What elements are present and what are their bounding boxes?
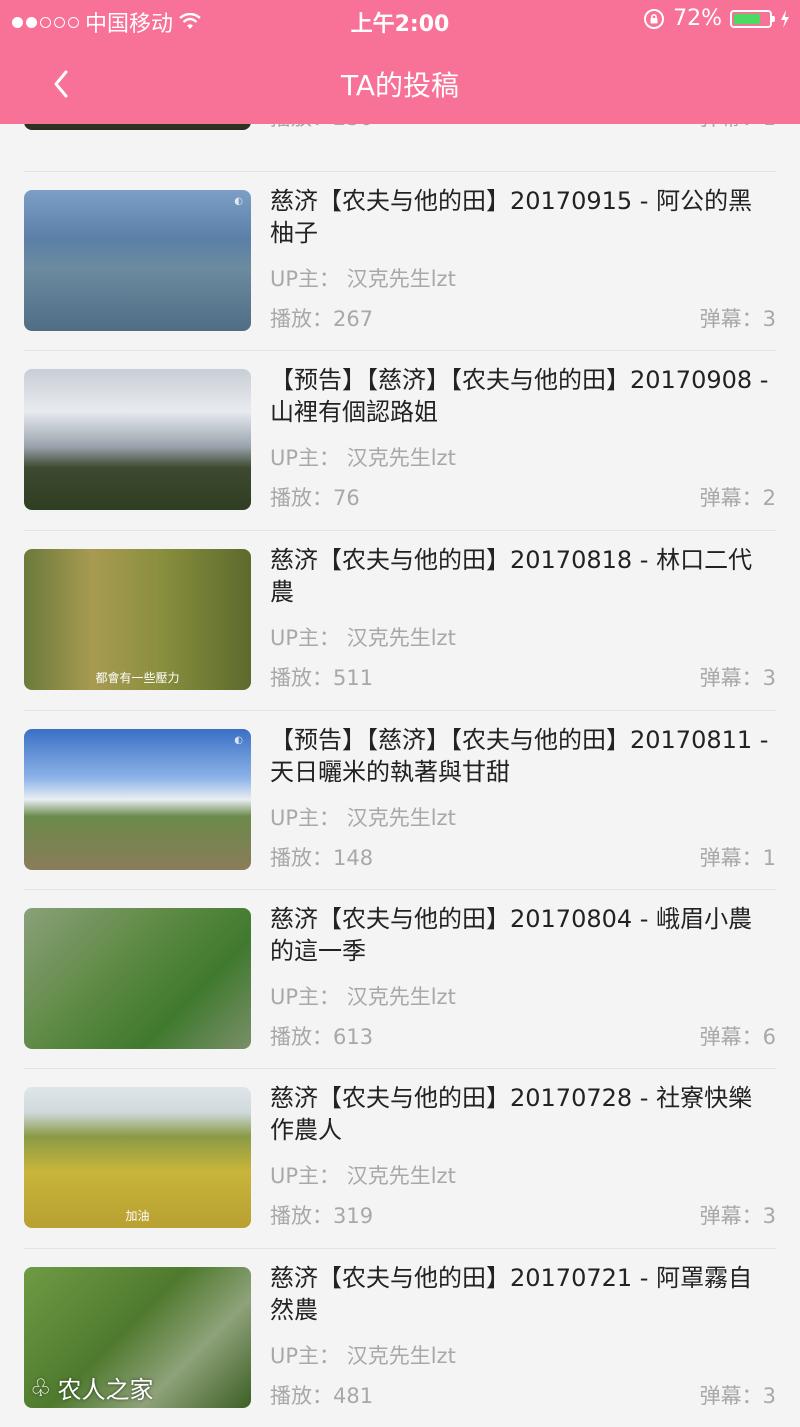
channel-logo-icon: ◐ xyxy=(234,735,243,746)
rotation-lock-icon xyxy=(644,8,665,29)
watermark-text: 农人之家 xyxy=(57,1376,154,1404)
divider xyxy=(24,530,776,531)
danmu-count: 弹幕：3 xyxy=(699,666,776,690)
danmu-count: 弹幕：3 xyxy=(699,1384,776,1408)
divider xyxy=(24,1068,776,1069)
uploader: UP主： 汉克先生lzt xyxy=(270,267,456,291)
uploader: UP主： 汉克先生lzt xyxy=(270,806,456,830)
uploader: UP主： 汉克先生lzt xyxy=(270,1164,456,1188)
charging-bolt-icon xyxy=(781,9,789,28)
video-thumbnail[interactable]: ◐ xyxy=(24,190,251,331)
divider xyxy=(24,1248,776,1249)
video-thumbnail[interactable] xyxy=(24,908,251,1049)
video-caption: 加油 xyxy=(125,1209,150,1223)
divider xyxy=(24,171,776,172)
list-item[interactable]: 都會有一些壓力 慈济【农夫与他的田】20170818 - 林口二代農 UP主： … xyxy=(0,530,800,709)
top-bar: 中国移动 上午2:00 72% TA的投稿 xyxy=(0,0,800,124)
play-count: 播放：267 xyxy=(270,307,374,331)
watermark-logo-icon: ♧ xyxy=(30,1373,52,1402)
play-count: 播放：148 xyxy=(270,846,374,870)
video-thumbnail[interactable]: 都會有一些壓力 xyxy=(24,549,251,690)
video-thumbnail[interactable]: 加油 xyxy=(24,1087,251,1228)
list-item[interactable]: ◐ 慈济【农夫与他的田】20170915 - 阿公的黑柚子 UP主： 汉克先生l… xyxy=(0,171,800,350)
video-title[interactable]: 慈济【农夫与他的田】20170818 - 林口二代農 xyxy=(270,544,770,608)
video-title[interactable]: 【预告】【慈济】【农夫与他的田】20170811 - 天日曬米的執著與甘甜 xyxy=(270,724,770,788)
divider xyxy=(24,350,776,351)
video-title[interactable]: 慈济【农夫与他的田】20170915 - 阿公的黑柚子 xyxy=(270,185,770,249)
list-item[interactable]: 【预告】【慈济】【农夫与他的田】20170908 - 山裡有個認路姐 UP主： … xyxy=(0,350,800,529)
uploader: UP主： 汉克先生lzt xyxy=(270,446,456,470)
play-count: 播放：481 xyxy=(270,1384,374,1408)
danmu-count: 弹幕：3 xyxy=(699,1204,776,1228)
channel-logo-icon: ◐ xyxy=(234,196,243,207)
nav-bar: TA的投稿 xyxy=(0,42,800,124)
video-thumbnail[interactable] xyxy=(24,369,251,510)
divider xyxy=(24,710,776,711)
list-item[interactable]: 加油 慈济【农夫与他的田】20170728 - 社寮快樂作農人 UP主： 汉克先… xyxy=(0,1068,800,1247)
danmu-count: 弹幕：3 xyxy=(699,307,776,331)
list-item[interactable]: 慈济【农夫与他的田】20170804 - 峨眉小農的這一季 UP主： 汉克先生l… xyxy=(0,889,800,1068)
video-caption: 都會有一些壓力 xyxy=(95,671,180,685)
video-title[interactable]: 慈济【农夫与他的田】20170728 - 社寮快樂作農人 xyxy=(270,1082,770,1146)
battery-percent: 72% xyxy=(673,6,722,31)
play-count: 播放：613 xyxy=(270,1025,374,1049)
uploader: UP主： 汉克先生lzt xyxy=(270,1344,456,1368)
danmu-count: 弹幕：6 xyxy=(699,1025,776,1049)
video-thumbnail[interactable]: ◐ xyxy=(24,729,251,870)
uploader: UP主： 汉克先生lzt xyxy=(270,985,456,1009)
danmu-count: 弹幕：2 xyxy=(699,486,776,510)
status-bar: 中国移动 上午2:00 72% xyxy=(0,0,800,42)
video-title[interactable]: 【预告】【慈济】【农夫与他的田】20170908 - 山裡有個認路姐 xyxy=(270,364,770,428)
play-count: 播放：511 xyxy=(270,666,374,690)
danmu-count: 弹幕：1 xyxy=(699,846,776,870)
uploader: UP主： 汉克先生lzt xyxy=(270,626,456,650)
battery-icon xyxy=(730,9,775,28)
watermark: ♧ 农人之家 xyxy=(30,1370,154,1405)
video-title[interactable]: 慈济【农夫与他的田】20170804 - 峨眉小農的這一季 xyxy=(270,903,770,967)
play-count: 播放：76 xyxy=(270,486,360,510)
video-title[interactable]: 慈济【农夫与他的田】20170721 - 阿罩霧自然農 xyxy=(270,1262,770,1326)
list-item[interactable]: ◐ 【预告】【慈济】【农夫与他的田】20170811 - 天日曬米的執著與甘甜 … xyxy=(0,710,800,889)
play-count: 播放：319 xyxy=(270,1204,374,1228)
divider xyxy=(24,889,776,890)
page-title: TA的投稿 xyxy=(340,69,460,102)
